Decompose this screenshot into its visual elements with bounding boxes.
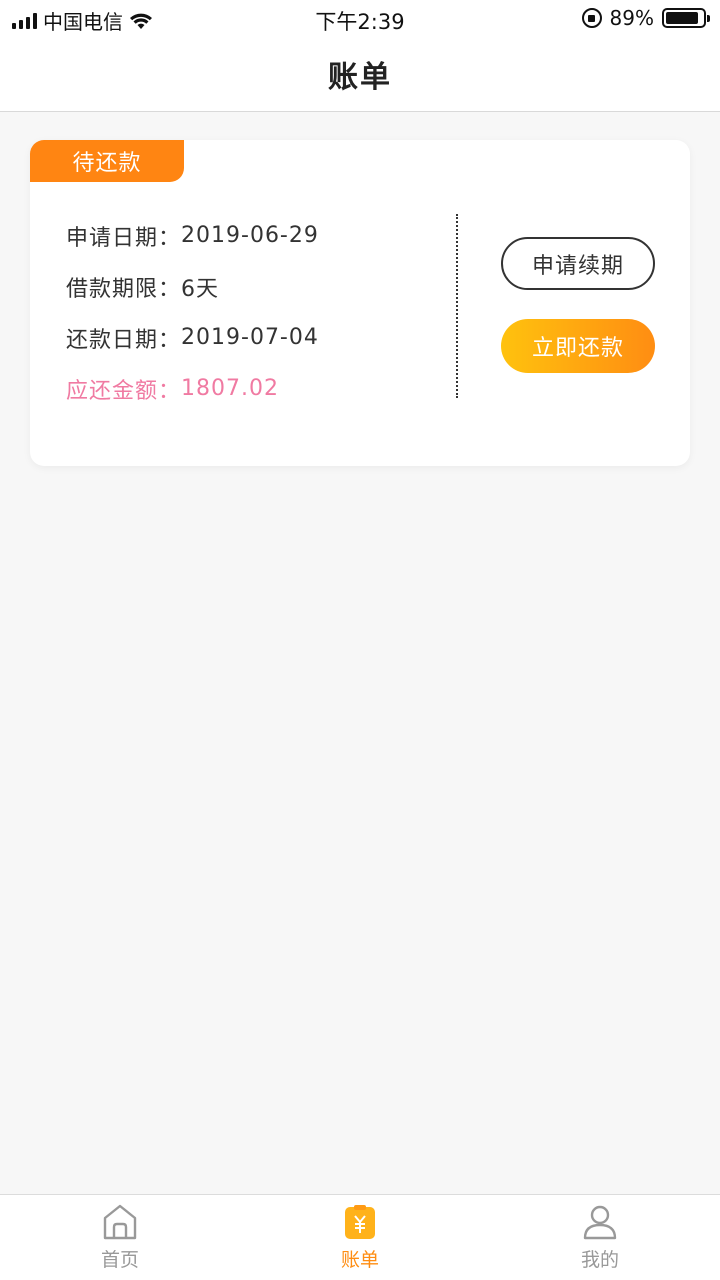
repay-date-value: 2019-07-04 [181, 325, 319, 350]
page-title: 账单 [328, 59, 392, 95]
loan-term-label: 借款期限： [66, 276, 182, 302]
apply-renewal-button[interactable]: 申请续期 [501, 237, 655, 290]
dotted-divider [456, 214, 458, 398]
amount-due-row: 应还金额： 1807.02 [66, 363, 319, 414]
profile-icon [583, 1205, 617, 1240]
tab-home-label: 首页 [100, 1249, 139, 1271]
home-icon [103, 1204, 137, 1240]
loan-term-value: 6天 [181, 276, 220, 302]
rotation-lock-icon [581, 8, 602, 28]
amount-due-value: 1807.02 [181, 376, 279, 401]
tab-home[interactable]: 首页 [0, 1195, 240, 1280]
apply-date-row: 申请日期： 2019-06-29 [66, 210, 319, 261]
amount-due-label: 应还金额： [66, 378, 182, 404]
repay-date-label: 还款日期： [66, 327, 182, 353]
tab-profile[interactable]: 我的 [480, 1195, 720, 1280]
tab-bill-label: 账单 [340, 1249, 379, 1271]
repay-date-row: 还款日期： 2019-07-04 [66, 312, 319, 363]
battery-level [666, 12, 699, 24]
tab-profile-label: 我的 [580, 1249, 619, 1271]
repay-now-button[interactable]: 立即还款 [501, 319, 655, 373]
bill-icon [345, 1205, 375, 1239]
battery-percent: 89% [609, 6, 654, 30]
tab-bill[interactable]: 账单 [240, 1195, 480, 1280]
status-badge: 待还款 [30, 140, 184, 182]
status-bar: 中国电信 下午2:39 89% [0, 0, 720, 36]
bill-card: 待还款 申请日期： 2019-06-29 借款期限： 6天 还款日期： 2019… [30, 140, 690, 466]
battery-icon [662, 8, 710, 28]
apply-date-label: 申请日期： [66, 225, 182, 251]
bill-info-list: 申请日期： 2019-06-29 借款期限： 6天 还款日期： 2019-07-… [66, 210, 319, 414]
tab-bar: 首页 账单 我的 [0, 1194, 720, 1280]
nav-bar: 账单 [0, 36, 720, 112]
loan-term-row: 借款期限： 6天 [66, 261, 319, 312]
apply-date-value: 2019-06-29 [181, 223, 319, 248]
status-right: 89% [581, 6, 710, 30]
